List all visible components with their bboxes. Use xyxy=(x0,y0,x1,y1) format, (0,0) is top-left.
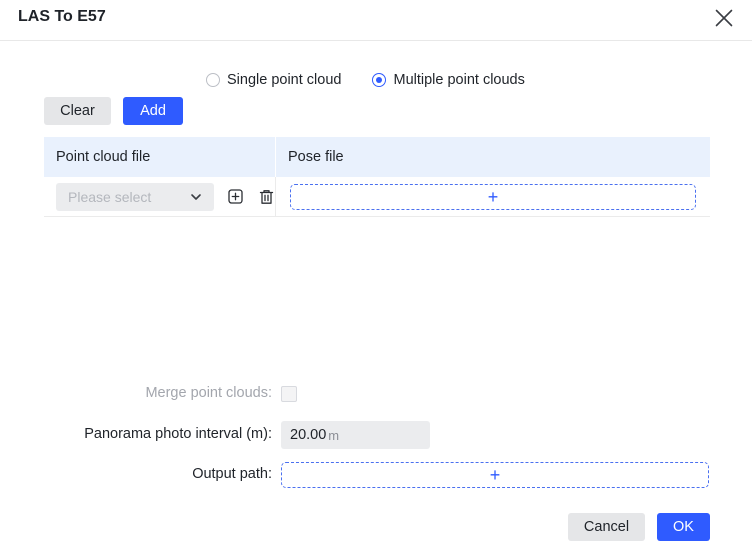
plus-icon: + xyxy=(489,465,501,485)
plus-icon: + xyxy=(487,186,499,207)
delete-row-button[interactable] xyxy=(257,188,275,206)
panorama-interval-input[interactable]: 20.00 m xyxy=(281,421,430,449)
dialog-title: LAS To E57 xyxy=(18,8,106,25)
radio-label: Multiple point clouds xyxy=(393,72,525,88)
radio-checked-icon xyxy=(372,73,387,87)
interval-value: 20.00 xyxy=(290,427,327,443)
ok-button[interactable]: OK xyxy=(657,513,710,541)
table-header: Point cloud file Pose file xyxy=(44,137,710,177)
clear-button[interactable]: Clear xyxy=(44,97,111,125)
column-header-point-cloud-file: Point cloud file xyxy=(44,137,276,177)
table-row: Please select + xyxy=(44,177,710,217)
add-row-button[interactable] xyxy=(226,188,244,206)
panorama-interval-label: Panorama photo interval (m): xyxy=(84,426,272,442)
merge-point-clouds-checkbox[interactable] xyxy=(281,386,297,402)
las-to-e57-dialog: LAS To E57 Single point cloud Multiple p… xyxy=(0,0,752,544)
output-path-add-button[interactable]: + xyxy=(281,462,709,488)
point-cloud-cell: Please select xyxy=(44,177,276,216)
pose-file-add-button[interactable]: + xyxy=(290,183,696,210)
merge-point-clouds-label: Merge point clouds: xyxy=(145,385,272,401)
interval-unit: m xyxy=(328,427,340,443)
radio-unchecked-icon xyxy=(206,73,220,87)
plus-square-icon xyxy=(228,189,243,204)
close-button[interactable] xyxy=(712,6,736,30)
dialog-header: LAS To E57 xyxy=(0,0,752,41)
radio-label: Single point cloud xyxy=(227,72,342,88)
chevron-down-icon xyxy=(191,193,202,200)
output-path-label: Output path: xyxy=(192,466,272,482)
add-button[interactable]: Add xyxy=(123,97,183,125)
column-header-pose-file: Pose file xyxy=(288,149,344,165)
radio-single-point-cloud[interactable]: Single point cloud xyxy=(206,72,341,88)
close-icon xyxy=(715,9,733,27)
file-table: Point cloud file Pose file Please select xyxy=(44,137,710,217)
select-placeholder: Please select xyxy=(68,188,152,205)
trash-icon xyxy=(259,189,273,204)
cancel-button[interactable]: Cancel xyxy=(568,513,645,541)
point-cloud-select[interactable]: Please select xyxy=(56,182,215,211)
radio-multiple-point-clouds[interactable]: Multiple point clouds xyxy=(372,72,525,88)
mode-radio-group: Single point cloud Multiple point clouds xyxy=(206,71,556,89)
pose-file-cell: + xyxy=(276,177,710,216)
